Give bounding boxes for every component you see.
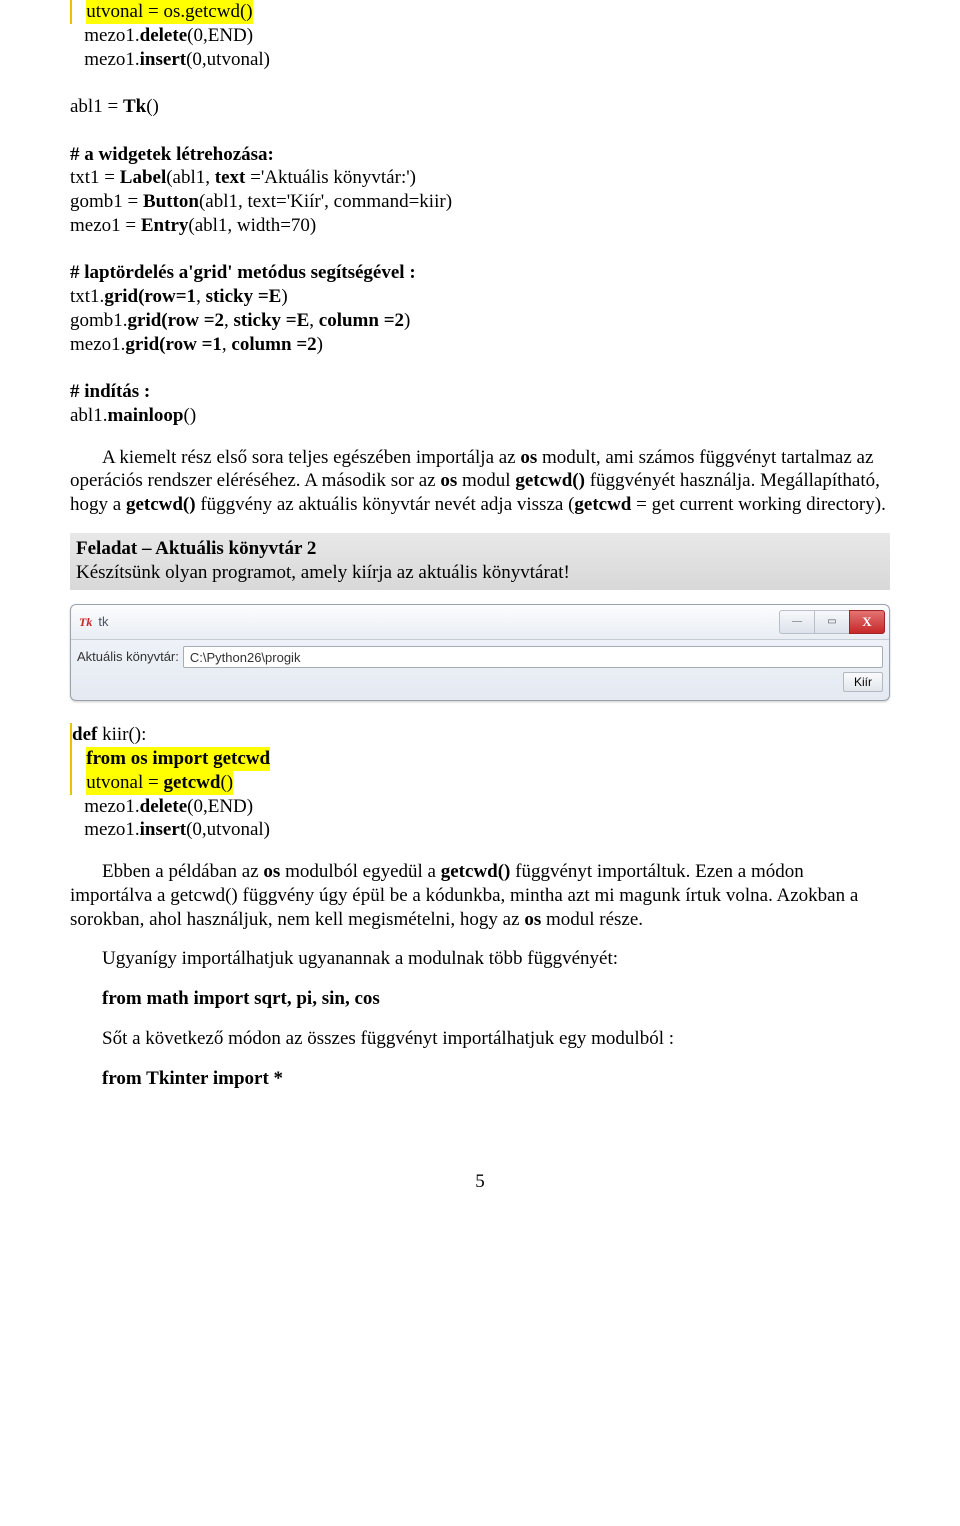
directory-input[interactable] [183,646,883,668]
titlebar: Tk tk — ▭ X [71,605,889,640]
paragraph-4: Sőt a következő módon az összes függvény… [70,1027,890,1051]
close-button[interactable]: X [849,610,885,634]
task-text: Készítsünk olyan programot, amely kiírja… [76,561,884,585]
window-title: tk [98,614,780,630]
tk-window: Tk tk — ▭ X Aktuális könyvtár: Kiír [70,604,890,701]
paragraph-2: Ebben a példában az os modulból egyedül … [70,860,890,931]
page-number: 5 [70,1170,890,1194]
import-line-1: from math import sqrt, pi, sin, cos [70,987,890,1011]
minimize-button[interactable]: — [779,610,815,634]
paragraph-1: A kiemelt rész első sora teljes egészébe… [70,446,890,517]
task-box: Feladat – Aktuális könyvtár 2 Készítsünk… [70,533,890,591]
code-block-a: utvonal = os.getcwd() mezo1.delete(0,END… [70,0,890,428]
maximize-button[interactable]: ▭ [814,610,850,634]
print-button[interactable]: Kiír [843,672,883,692]
task-title: Feladat – Aktuális könyvtár 2 [76,537,884,561]
tk-icon: Tk [79,615,92,630]
paragraph-3: Ugyanígy importálhatjuk ugyanannak a mod… [70,947,890,971]
directory-label: Aktuális könyvtár: [77,649,179,665]
code-block-b: def kiir(): from os import getcwd utvona… [70,723,890,842]
import-line-2: from Tkinter import * [70,1067,890,1091]
